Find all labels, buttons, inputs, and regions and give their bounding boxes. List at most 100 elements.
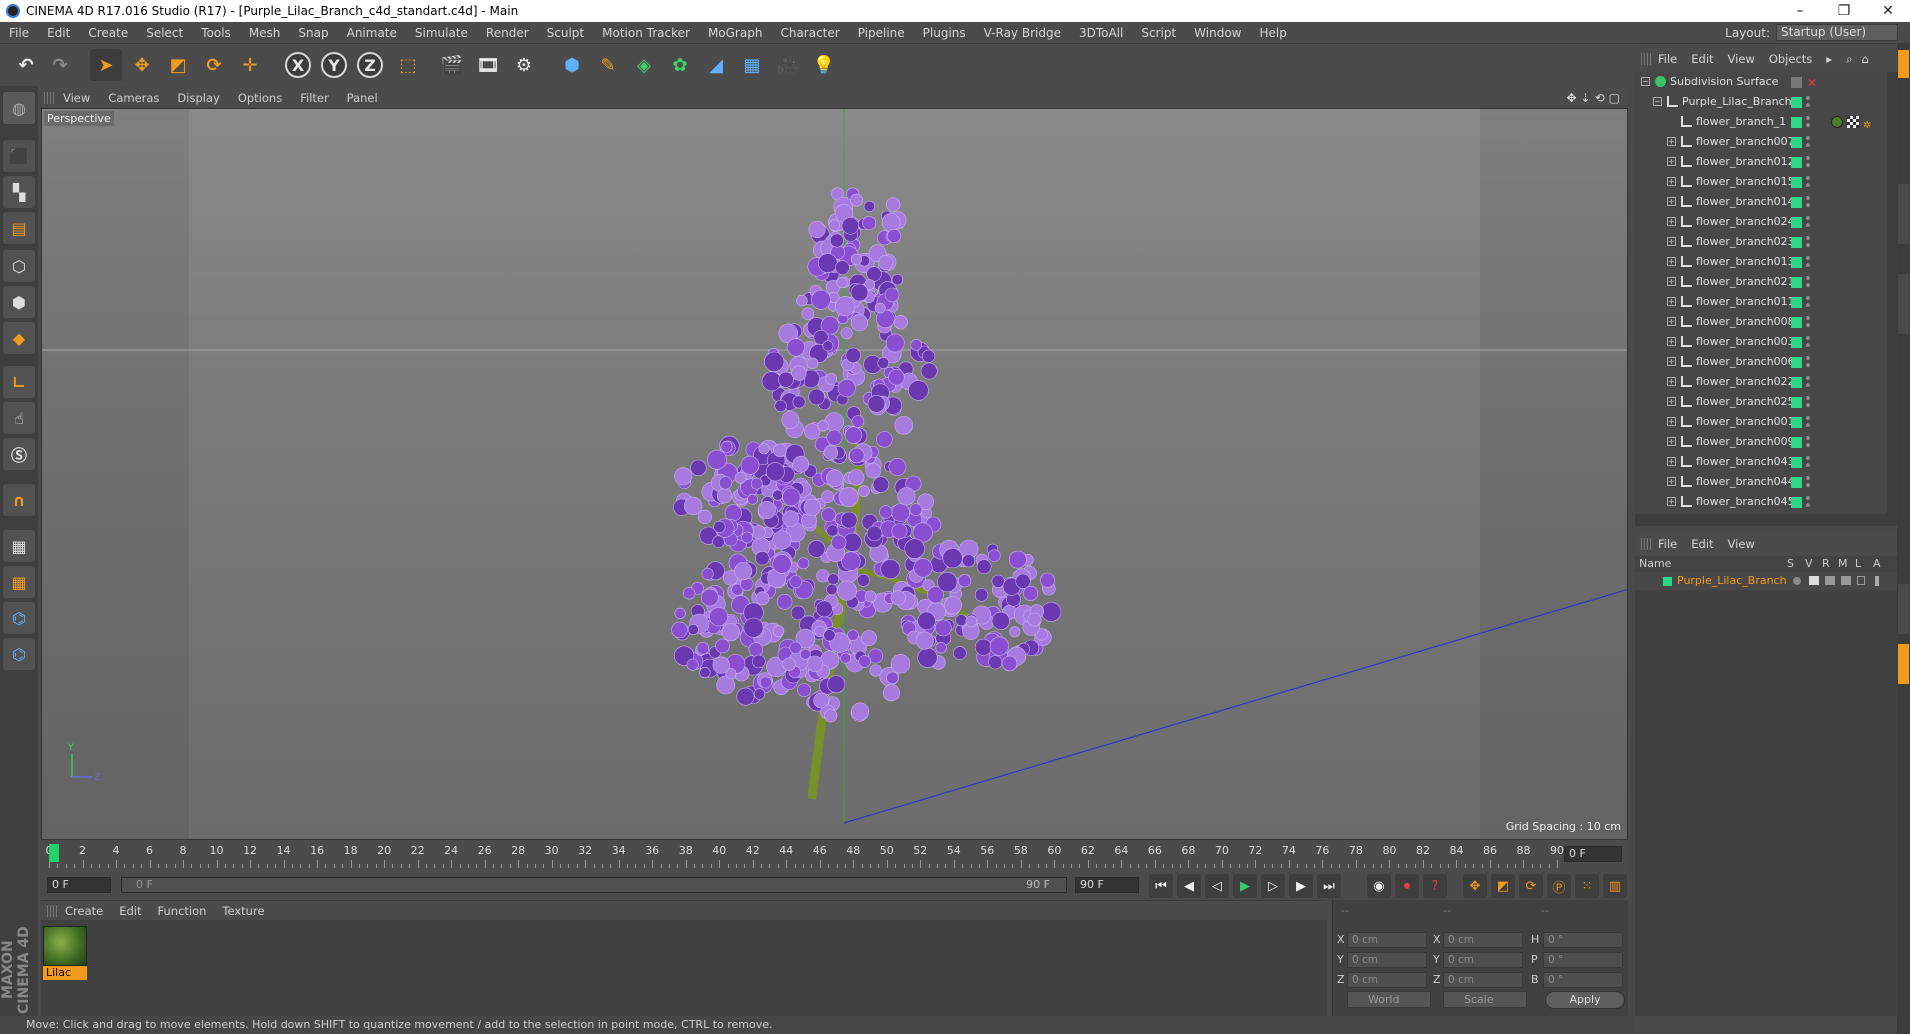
snap-icon[interactable]: Ⓢ — [3, 438, 35, 470]
visibility-dots-icon[interactable] — [1806, 235, 1811, 249]
object-tree-row[interactable]: + flower_branch015 — [1635, 172, 1887, 192]
timeline-window-icon[interactable]: ▥ — [1603, 874, 1627, 898]
close-button[interactable]: ✕ — [1866, 3, 1910, 19]
apply-button[interactable]: Apply — [1545, 991, 1625, 1009]
layer-row[interactable]: Purple_Lilac_Branch — [1635, 572, 1897, 590]
menu-tools[interactable]: Tools — [192, 26, 240, 40]
object-tree-row[interactable]: + flower_branch025 — [1635, 392, 1887, 412]
expand-toggle-icon[interactable]: + — [1667, 137, 1676, 146]
subdivision-icon[interactable]: ◈ — [628, 49, 660, 81]
object-tree-row[interactable]: + flower_branch023 — [1635, 232, 1887, 252]
autokey-icon[interactable]: ⏺ — [1395, 874, 1419, 898]
menu-3dtoall[interactable]: 3DToAll — [1070, 26, 1132, 40]
render-view-icon[interactable]: 🎬 — [436, 49, 468, 81]
object-name[interactable]: flower_branch011 — [1696, 292, 1795, 312]
layer-color-swatch[interactable] — [1791, 97, 1802, 108]
viewport-menu-filter[interactable]: Filter — [291, 91, 337, 105]
layer-color-swatch[interactable] — [1791, 397, 1802, 408]
layer-color-swatch[interactable] — [1791, 477, 1802, 488]
expand-toggle-icon[interactable]: − — [1653, 97, 1662, 106]
objects-menu-view[interactable]: View — [1721, 52, 1762, 66]
visibility-dots-icon[interactable] — [1806, 355, 1811, 369]
visibility-dots-icon[interactable] — [1806, 115, 1811, 129]
object-name[interactable]: flower_branch014 — [1696, 192, 1795, 212]
model-mode-icon[interactable]: ⬛ — [3, 140, 35, 172]
object-name[interactable]: flower_branch021 — [1696, 272, 1795, 292]
keyframe-selection-icon[interactable]: ? — [1423, 874, 1447, 898]
object-tree-row[interactable]: + flower_branch022 — [1635, 372, 1887, 392]
expand-toggle-icon[interactable]: + — [1667, 497, 1676, 506]
visibility-dots-icon[interactable] — [1806, 155, 1811, 169]
undo-icon[interactable]: ↶ — [10, 49, 42, 81]
object-tree-row[interactable]: + flower_branch009 — [1635, 432, 1887, 452]
menu-script[interactable]: Script — [1132, 26, 1185, 40]
visibility-dots-icon[interactable] — [1806, 455, 1811, 469]
expand-toggle-icon[interactable]: + — [1667, 217, 1676, 226]
range-slider[interactable]: 0 F 90 F — [121, 877, 1067, 893]
expand-toggle-icon[interactable]: + — [1667, 477, 1676, 486]
render-toggle-icon[interactable] — [1825, 576, 1835, 585]
size-y-field[interactable]: 0 cm — [1443, 952, 1523, 968]
animation-toggle-icon[interactable] — [1875, 576, 1879, 586]
edges-mode-icon[interactable]: ⬢ — [3, 286, 35, 318]
menu-plugins[interactable]: Plugins — [914, 26, 975, 40]
object-tree-row[interactable]: + flower_branch001 — [1635, 412, 1887, 432]
objects-menu-file[interactable]: File — [1651, 52, 1684, 66]
visibility-dots-icon[interactable] — [1806, 495, 1811, 509]
object-name[interactable]: flower_branch001 — [1696, 412, 1795, 432]
menu-file[interactable]: File — [0, 26, 38, 40]
uvw-tag-icon[interactable] — [1847, 116, 1859, 128]
cube-icon[interactable]: ⬢ — [556, 49, 588, 81]
polygons-mode-icon[interactable]: ◆ — [3, 322, 35, 354]
expand-toggle-icon[interactable]: − — [1641, 77, 1650, 86]
deformer-icon[interactable]: ◢ — [700, 49, 732, 81]
select-arrow-icon[interactable]: ➤ — [90, 49, 122, 81]
object-tree-row[interactable]: + flower_branch024 — [1635, 212, 1887, 232]
object-name[interactable]: flower_branch015 — [1696, 172, 1795, 192]
material-menu-function[interactable]: Function — [150, 904, 215, 918]
objects-menu-edit[interactable]: Edit — [1684, 52, 1720, 66]
prev-frame-icon[interactable]: ◁ — [1205, 874, 1229, 898]
move-icon[interactable]: ✥ — [126, 49, 158, 81]
expand-toggle-icon[interactable]: + — [1667, 177, 1676, 186]
rot-b-field[interactable]: 0 ° — [1543, 972, 1623, 988]
layer-color-swatch[interactable] — [1791, 237, 1802, 248]
object-name[interactable]: flower_branch_1 — [1696, 112, 1786, 132]
pan-icon[interactable]: ✥ — [1566, 91, 1576, 105]
layer-color-swatch[interactable] — [1791, 317, 1802, 328]
layer-color-swatch[interactable] — [1791, 377, 1802, 388]
object-tree-row[interactable]: + flower_branch007 — [1635, 132, 1887, 152]
menu-pipeline[interactable]: Pipeline — [849, 26, 914, 40]
expand-toggle-icon[interactable]: + — [1667, 357, 1676, 366]
visibility-dots-icon[interactable] — [1806, 415, 1811, 429]
play-icon[interactable]: ▶ — [1233, 874, 1257, 898]
size-z-field[interactable]: 0 cm — [1443, 972, 1523, 988]
menu-sculpt[interactable]: Sculpt — [538, 26, 593, 40]
key-parameter-icon[interactable]: Ⓟ — [1547, 874, 1571, 898]
transform-icon[interactable]: ✛ — [234, 49, 266, 81]
disable-icon[interactable]: ✕ — [1807, 73, 1817, 93]
make-editable-icon[interactable]: ◍ — [3, 92, 35, 124]
expand-toggle-icon[interactable]: + — [1667, 337, 1676, 346]
planar-workplane-icon[interactable]: ▦ — [3, 566, 35, 598]
menu-help[interactable]: Help — [1250, 26, 1295, 40]
object-name[interactable]: flower_branch045 — [1696, 492, 1795, 512]
end-frame-field[interactable]: 90 F — [1075, 877, 1139, 893]
object-tree-row[interactable]: + flower_branch003 — [1635, 332, 1887, 352]
timeline-ruler[interactable]: 0246810121416182022242628303234363840424… — [41, 840, 1628, 870]
prev-key-icon[interactable]: ◀ — [1177, 874, 1201, 898]
key-position-icon[interactable]: ✥ — [1463, 874, 1487, 898]
pos-z-field[interactable]: 0 cm — [1347, 972, 1427, 988]
visibility-dots-icon[interactable] — [1806, 475, 1811, 489]
expand-toggle-icon[interactable]: + — [1667, 197, 1676, 206]
python-script-icon[interactable]: ⌬ — [3, 638, 35, 670]
key-scale-icon[interactable]: ◩ — [1491, 874, 1515, 898]
object-tree-hscrollbar[interactable] — [1635, 514, 1897, 526]
object-name[interactable]: flower_branch043 — [1696, 452, 1795, 472]
menu-render[interactable]: Render — [477, 26, 538, 40]
objects-tab[interactable] — [1898, 50, 1909, 78]
layer-color-swatch[interactable] — [1791, 457, 1802, 468]
menu-snap[interactable]: Snap — [289, 26, 337, 40]
layer-color-swatch[interactable] — [1791, 177, 1802, 188]
expand-toggle-icon[interactable]: + — [1667, 297, 1676, 306]
